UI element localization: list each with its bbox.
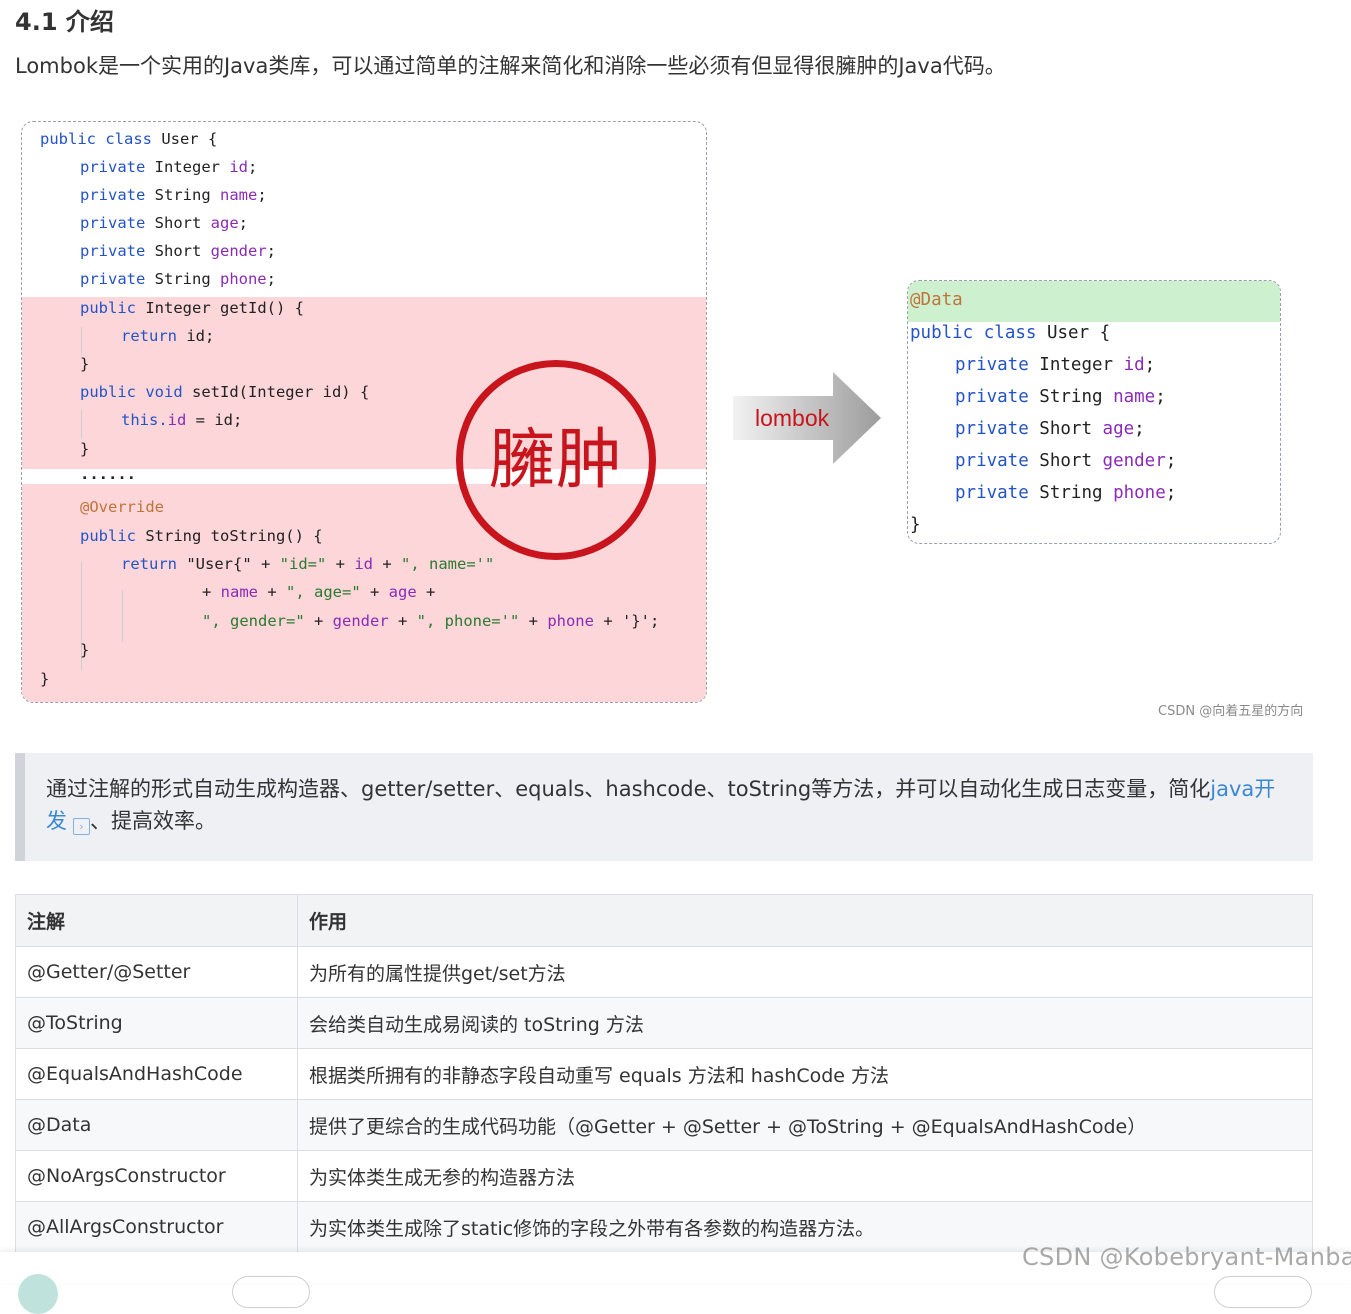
arrow-label: lombok xyxy=(755,405,830,431)
author-avatar[interactable] xyxy=(18,1274,58,1314)
lombok-comparison-figure: public class User { private Integer id; … xyxy=(15,110,1315,730)
code-line-concat: ", gender=" + gender + ", phone='" + pho… xyxy=(202,612,660,630)
lombok-arrow-icon: lombok xyxy=(733,372,881,464)
cell-annotation: @NoArgsConstructor xyxy=(15,1150,298,1202)
code-line-setter: public void setId(Integer id) { xyxy=(80,383,370,401)
code-line-field: private Integer id; xyxy=(80,158,258,176)
comment-button[interactable] xyxy=(1214,1276,1312,1308)
section-heading: 4.1 介绍 xyxy=(15,8,114,36)
code-line-assign: this.id = id; xyxy=(121,411,243,429)
cell-annotation: @Getter/@Setter xyxy=(15,946,298,998)
page-watermark: CSDN @Kobebryant-Manba xyxy=(1022,1243,1351,1271)
code-line-field: private Integer id; xyxy=(955,355,1156,375)
annotation-highlight xyxy=(908,281,1280,322)
code-line-class: public class User { xyxy=(40,130,218,148)
code-line-closing: } xyxy=(40,670,50,688)
indent-guide xyxy=(122,590,123,642)
code-line-concat: + name + ", age=" + age + xyxy=(202,583,436,601)
code-line-field: private Short gender; xyxy=(80,242,276,260)
cell-purpose: 根据类所拥有的非静态字段自动重写 equals 方法和 hashCode 方法 xyxy=(297,1048,1313,1100)
cell-annotation: @ToString xyxy=(15,997,298,1049)
blockquote: 通过注解的形式自动生成构造器、getter/setter、equals、hash… xyxy=(15,753,1313,861)
code-ellipsis: ...... xyxy=(80,465,136,483)
code-line-brace: } xyxy=(80,440,90,458)
code-line-field: private Short age; xyxy=(80,214,248,232)
bloated-stamp: 臃肿 xyxy=(456,360,656,560)
table-row: @Data 提供了更综合的生成代码功能（@Getter + @Setter + … xyxy=(15,1099,1313,1151)
header-purpose: 作用 xyxy=(297,894,1313,947)
code-line-return-string: return "User{" + "id=" + id + ", name='" xyxy=(121,555,495,573)
follow-button[interactable] xyxy=(232,1276,310,1308)
code-line-tostring: public String toString() { xyxy=(80,527,323,545)
quote-text: 通过注解的形式自动生成构造器、getter/setter、equals、hash… xyxy=(46,777,1276,835)
code-line-override: @Override xyxy=(80,498,164,516)
code-line-getter: public Integer getId() { xyxy=(80,299,304,317)
stamp-text: 臃肿 xyxy=(489,421,623,498)
cell-annotation: @Data xyxy=(15,1099,298,1151)
table-row: @NoArgsConstructor 为实体类生成无参的构造器方法 xyxy=(15,1150,1313,1202)
lombok-code-panel: @Data public class User { private Intege… xyxy=(907,280,1281,544)
code-line-brace: } xyxy=(80,355,90,373)
cell-purpose: 为所有的属性提供get/set方法 xyxy=(297,946,1313,998)
code-line-field: private Short age; xyxy=(955,419,1145,439)
table-row: @Getter/@Setter 为所有的属性提供get/set方法 xyxy=(15,946,1313,998)
code-line-return: return id; xyxy=(121,327,215,345)
header-annotation: 注解 xyxy=(15,894,298,947)
page-scrollbar[interactable] xyxy=(1328,0,1351,1252)
table-header-row: 注解 作用 xyxy=(15,894,1313,947)
annotation-table: 注解 作用 @Getter/@Setter 为所有的属性提供get/set方法 … xyxy=(15,894,1313,1253)
code-line-field: private String name; xyxy=(80,186,267,204)
cell-annotation: @EqualsAndHashCode xyxy=(15,1048,298,1100)
intro-paragraph: Lombok是一个实用的Java类库，可以通过简单的注解来简化和消除一些必须有但… xyxy=(15,54,1006,78)
code-line-field: private String phone; xyxy=(955,483,1177,503)
table-row: @EqualsAndHashCode 根据类所拥有的非静态字段自动重写 equa… xyxy=(15,1048,1313,1100)
code-line-field: private Short gender; xyxy=(955,451,1177,471)
external-link-icon[interactable]: › xyxy=(73,818,90,835)
code-line-field: private String name; xyxy=(955,387,1166,407)
code-line-closing: } xyxy=(910,515,921,535)
cell-purpose: 提供了更综合的生成代码功能（@Getter + @Setter + @ToStr… xyxy=(297,1099,1313,1151)
cell-annotation: @AllArgsConstructor xyxy=(15,1201,298,1253)
indent-guide xyxy=(81,410,82,438)
code-line-field: private String phone; xyxy=(80,270,276,288)
code-line-brace: } xyxy=(80,641,90,659)
image-watermark: CSDN @向着五星的方向 xyxy=(1158,704,1304,719)
cell-purpose: 为实体类生成无参的构造器方法 xyxy=(297,1150,1313,1202)
indent-guide xyxy=(81,327,82,355)
data-annotation: @Data xyxy=(910,290,963,310)
table-row: @ToString 会给类自动生成易阅读的 toString 方法 xyxy=(15,997,1313,1049)
code-line-class: public class User { xyxy=(910,323,1111,343)
cell-purpose: 会给类自动生成易阅读的 toString 方法 xyxy=(297,997,1313,1049)
